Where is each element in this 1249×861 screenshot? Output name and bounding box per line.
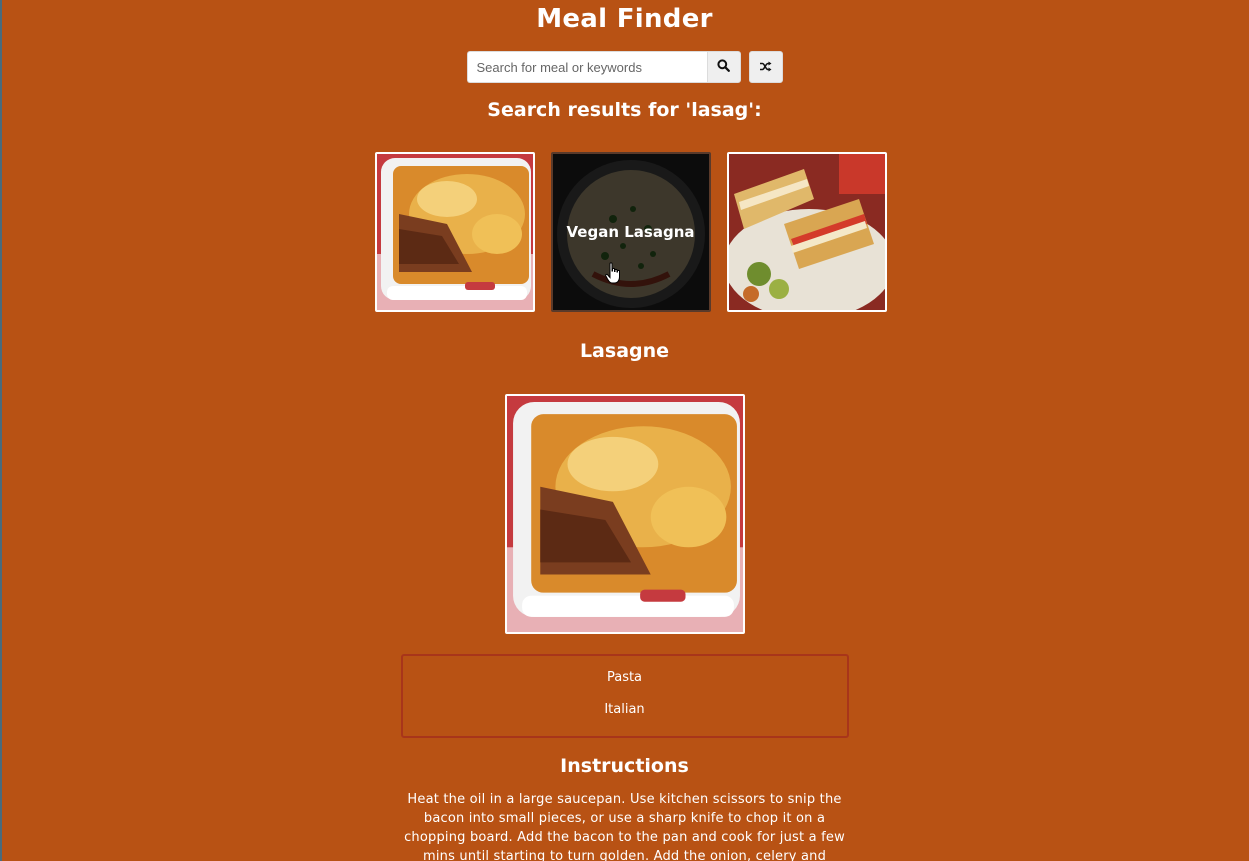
search-button[interactable] — [706, 51, 741, 83]
window-edge — [0, 0, 2, 861]
search-form — [466, 51, 741, 83]
meal-card-sandwich[interactable] — [726, 152, 887, 312]
hand-cursor-icon — [604, 262, 621, 284]
selected-meal-title: Lasagne — [579, 340, 670, 362]
instructions-heading: Instructions — [560, 755, 689, 777]
sandwich-photo — [728, 154, 885, 310]
results-heading: Search results for 'lasag': — [487, 99, 762, 121]
meal-category: Pasta — [606, 670, 643, 685]
lasagne-photo — [376, 154, 533, 310]
page-title: Meal Finder — [536, 4, 713, 34]
search-input[interactable] — [466, 51, 707, 83]
meal-info-box: Pasta Italian — [400, 654, 849, 738]
search-row — [0, 51, 1249, 83]
meal-name: Vegan Lasagna — [566, 223, 695, 241]
instructions-text: Heat the oil in a large saucepan. Use ki… — [404, 792, 845, 861]
search-icon — [717, 59, 730, 75]
meal-card-lasagne[interactable] — [374, 152, 535, 312]
shuffle-icon — [759, 60, 772, 75]
lasagne-photo — [506, 396, 743, 632]
meal-card-vegan-lasagna[interactable]: Vegan Lasagna — [550, 152, 711, 312]
random-meal-button[interactable] — [748, 51, 783, 83]
meal-area: Italian — [604, 702, 645, 717]
meal-finder-page: Meal Finder Search for meal or keywords … — [0, 0, 1249, 861]
selected-meal-image — [504, 394, 745, 634]
meal-overlay: Vegan Lasagna — [552, 154, 709, 310]
meals-grid: Vegan Lasagna — [12, 152, 1249, 312]
